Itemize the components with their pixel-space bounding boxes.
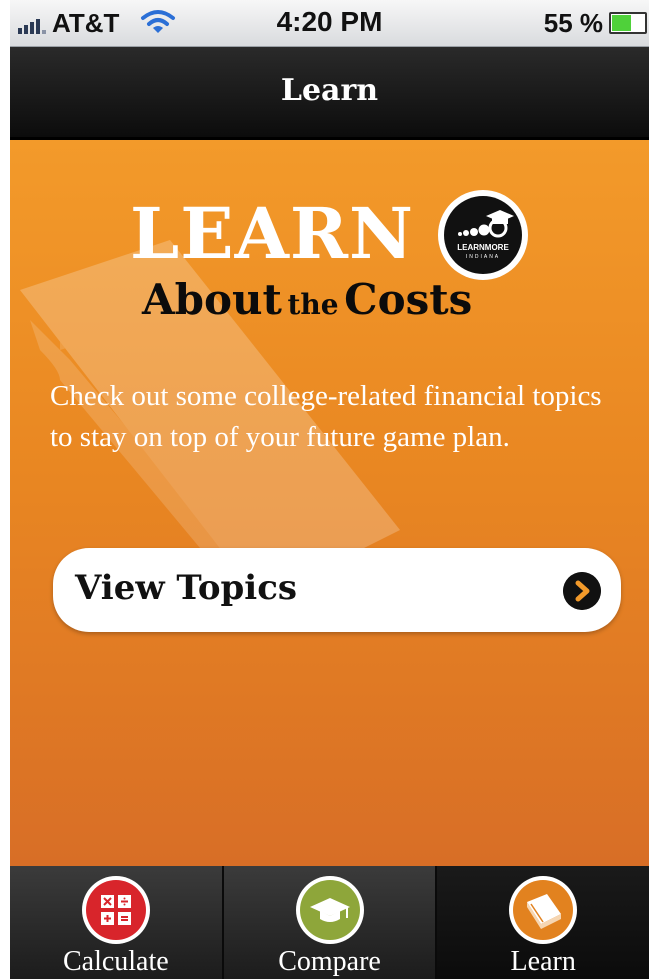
battery-percent: 55 % — [543, 8, 603, 38]
tab-learn-label: Learn — [510, 946, 576, 977]
hero-description: Check out some college-related financial… — [50, 380, 602, 453]
learnmore-logo-subtext: INDIANA — [465, 254, 501, 260]
graduation-cap-icon — [295, 876, 364, 944]
view-topics-label: View Topics — [75, 568, 298, 608]
hero-subtitle-about: About — [142, 275, 282, 324]
view-topics-button[interactable]: View Topics — [53, 548, 621, 632]
hero-title: LEARN — [130, 192, 415, 275]
tab-calculate[interactable]: Calculate — [10, 866, 224, 979]
book-icon — [509, 876, 578, 944]
tab-compare-label: Compare — [278, 946, 381, 977]
learn-content: LEARN LEARNMORE INDIANA About the Costs — [10, 140, 649, 866]
learnmore-logo-icon — [458, 210, 514, 238]
phone-screen: AT&T 4:20 PM 55 % Learn LEARN LEARNMORE … — [10, 0, 649, 979]
navigation-bar: Learn — [10, 47, 649, 140]
tab-bar: Calculate Compare Learn — [10, 866, 649, 979]
calculator-icon — [81, 876, 150, 944]
tab-compare[interactable]: Compare — [224, 866, 438, 979]
tab-learn[interactable]: Learn — [437, 866, 649, 979]
hero-subtitle-the: the — [287, 288, 339, 321]
learnmore-logo: LEARNMORE INDIANA — [438, 190, 528, 280]
page-title: Learn — [280, 73, 379, 108]
chevron-right-icon — [563, 572, 601, 610]
hero-subtitle: About the Costs — [142, 275, 472, 324]
hero-subtitle-costs: Costs — [344, 275, 473, 324]
learnmore-logo-text: LEARNMORE — [457, 243, 509, 252]
tab-calculate-label: Calculate — [62, 946, 169, 977]
status-bar: AT&T 4:20 PM 55 % — [10, 0, 649, 47]
battery-icon — [609, 12, 647, 34]
